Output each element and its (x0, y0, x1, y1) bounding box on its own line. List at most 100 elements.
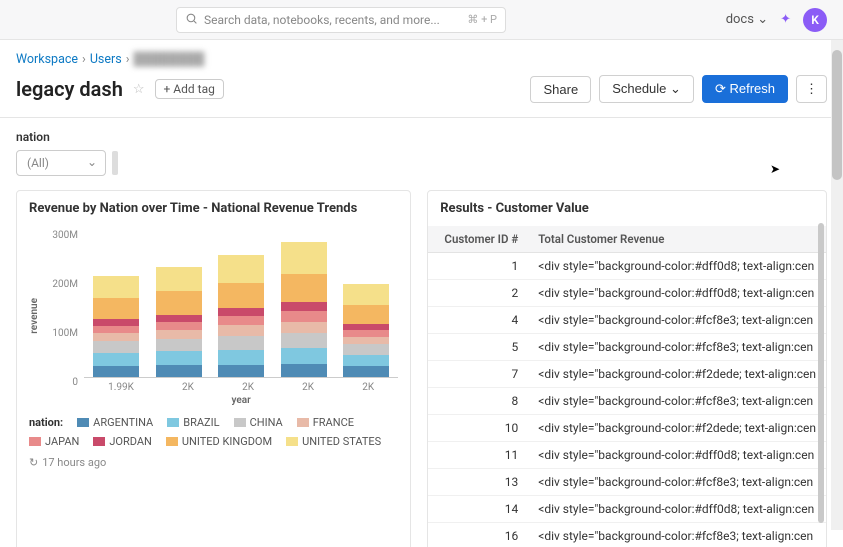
table-row[interactable]: 7<div style="background-color:#f2dede; t… (428, 361, 826, 388)
bar-segment (218, 365, 264, 377)
refresh-button[interactable]: ⟳ Refresh (702, 75, 788, 103)
refresh-icon: ⟳ (715, 81, 726, 96)
legend-item[interactable]: UNITED STATES (286, 435, 381, 448)
bar[interactable] (93, 276, 139, 377)
panel-title: Results - Customer Value (428, 201, 826, 216)
schedule-button[interactable]: Schedule ⌄ (599, 75, 694, 103)
bar-segment (281, 348, 327, 364)
table-row[interactable]: 8<div style="background-color:#fcf8e3; t… (428, 388, 826, 415)
cell-id: 1 (428, 253, 528, 279)
legend-label: UNITED STATES (302, 435, 381, 448)
bar-segment (343, 330, 389, 337)
legend-item[interactable]: FRANCE (297, 416, 354, 429)
table-row[interactable]: 5<div style="background-color:#fcf8e3; t… (428, 334, 826, 361)
cell-id: 5 (428, 334, 528, 360)
cell-revenue: <div style="background-color:#fcf8e3; te… (528, 307, 826, 333)
bar-segment (343, 355, 389, 367)
bar-segment (93, 298, 139, 319)
chevron-down-icon: ⌄ (670, 81, 681, 96)
search-input[interactable]: Search data, notebooks, recents, and mor… (176, 7, 506, 33)
table-row[interactable]: 1<div style="background-color:#dff0d8; t… (428, 253, 826, 280)
col-header-revenue[interactable]: Total Customer Revenue (528, 226, 826, 252)
chart-legend: nation: ARGENTINA BRAZIL CHINA FRANCE JAPAN JO… (29, 416, 398, 448)
customer-value-panel: Results - Customer Value Customer ID # T… (427, 190, 827, 547)
bar-segment (93, 326, 139, 333)
legend-item[interactable]: JAPAN (29, 435, 79, 448)
chevron-down-icon: ⌄ (757, 12, 768, 27)
table-row[interactable]: 14<div style="background-color:#dff0d8; … (428, 496, 826, 523)
add-tag-button[interactable]: + Add tag (155, 79, 224, 99)
legend-swatch (93, 437, 105, 446)
legend-label: BRAZIL (183, 416, 219, 429)
bar-segment (156, 339, 202, 352)
bar-segment (156, 267, 202, 292)
breadcrumb-item[interactable]: ████████ (133, 52, 204, 67)
bar-segment (281, 311, 327, 322)
legend-item[interactable]: UNITED KINGDOM (166, 435, 272, 448)
table-row[interactable]: 2<div style="background-color:#dff0d8; t… (428, 280, 826, 307)
bar-segment (218, 325, 264, 336)
legend-label: ARGENTINA (93, 416, 153, 429)
bar-segment (343, 337, 389, 344)
bar-segment (218, 350, 264, 365)
cell-revenue: <div style="background-color:#f2dede; te… (528, 415, 826, 441)
share-button[interactable]: Share (530, 76, 591, 103)
legend-swatch (167, 418, 179, 427)
table-body: 1<div style="background-color:#dff0d8; t… (428, 253, 826, 547)
legend-item[interactable]: ARGENTINA (77, 416, 153, 429)
bar-segment (281, 333, 327, 348)
y-tick: 100M (52, 328, 78, 339)
table-row[interactable]: 11<div style="background-color:#dff0d8; … (428, 442, 826, 469)
bar[interactable] (218, 255, 264, 377)
legend-item[interactable]: CHINA (234, 416, 283, 429)
page-scrollbar-thumb[interactable] (832, 50, 842, 180)
breadcrumb-item[interactable]: Workspace (16, 52, 78, 67)
y-tick: 0 (72, 377, 78, 388)
y-tick: 200M (52, 279, 78, 290)
cell-id: 14 (428, 496, 528, 522)
cell-id: 16 (428, 523, 528, 547)
bar[interactable] (156, 267, 202, 377)
star-icon[interactable]: ☆ (133, 82, 145, 97)
legend-label: FRANCE (313, 416, 354, 429)
breadcrumb-item[interactable]: Users (90, 52, 122, 67)
revenue-chart-panel: Revenue by Nation over Time - National R… (16, 190, 411, 547)
legend-item[interactable]: BRAZIL (167, 416, 219, 429)
bar-segment (343, 305, 389, 324)
bar-segment (281, 364, 327, 377)
table-row[interactable]: 13<div style="background-color:#fcf8e3; … (428, 469, 826, 496)
bar[interactable] (281, 242, 327, 377)
page-title: legacy dash (16, 77, 123, 101)
user-avatar[interactable]: K (803, 8, 827, 32)
panel-scrollbar-thumb[interactable] (818, 223, 824, 523)
table-row[interactable]: 10<div style="background-color:#f2dede; … (428, 415, 826, 442)
legend-header: nation: (29, 416, 63, 429)
legend-item[interactable]: JORDAN (93, 435, 152, 448)
table-row[interactable]: 16<div style="background-color:#fcf8e3; … (428, 523, 826, 547)
bar-segment (156, 351, 202, 365)
breadcrumb: Workspace › Users › ████████ (16, 52, 827, 67)
bar-segment (218, 308, 264, 316)
chart-bars (84, 226, 398, 378)
legend-label: UNITED KINGDOM (182, 435, 272, 448)
x-tick: 2K (302, 382, 314, 393)
chart-timestamp: ↻ 17 hours ago (29, 456, 398, 469)
nation-filter-select[interactable]: (All) (16, 150, 106, 176)
table-row[interactable]: 4<div style="background-color:#fcf8e3; t… (428, 307, 826, 334)
kebab-menu-button[interactable]: ⋮ (796, 75, 827, 103)
ai-sparkle-icon[interactable]: ✦ (780, 12, 791, 27)
chart-title: Revenue by Nation over Time - National R… (29, 201, 398, 216)
bar[interactable] (343, 284, 389, 377)
filter-resize-handle[interactable] (112, 151, 118, 175)
cell-revenue: <div style="background-color:#dff0d8; te… (528, 280, 826, 306)
bar-segment (281, 302, 327, 311)
legend-label: JORDAN (109, 435, 152, 448)
bar-segment (218, 316, 264, 325)
docs-dropdown[interactable]: docs ⌄ (726, 12, 768, 27)
cell-revenue: <div style="background-color:#f2dede; te… (528, 361, 826, 387)
bar-segment (156, 365, 202, 377)
x-tick: 2K (182, 382, 194, 393)
col-header-id[interactable]: Customer ID # (428, 226, 528, 252)
bar-segment (343, 366, 389, 377)
cell-id: 11 (428, 442, 528, 468)
